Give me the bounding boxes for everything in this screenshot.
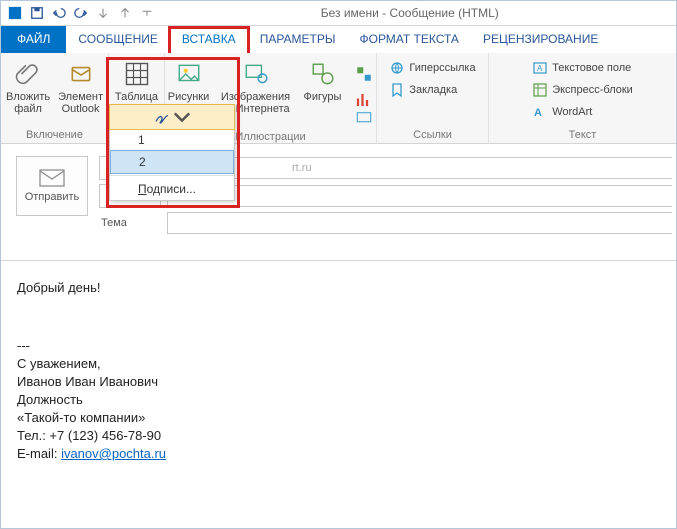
qat-customize-icon[interactable] [137,3,157,23]
sig-line-position: Должность [17,391,660,409]
signature-dropdown: 1 2 Подписи... [109,104,235,201]
picture-icon [176,57,202,91]
chart-icon [355,91,373,109]
send-label: Отправить [25,191,80,203]
to-field[interactable]: rt.ru [167,157,672,179]
signature-separator: --- [17,337,660,355]
window-title: Без имени - Сообщение (HTML) [321,6,499,20]
pictures-button[interactable]: Рисунки [163,55,215,105]
group-include: Вложить файл Элемент Outlook Включение [1,53,109,143]
outlook-item-label: Элемент Outlook [58,91,103,115]
quick-access-toolbar [1,3,157,23]
group-illustrations-label: Иллюстрации [235,129,305,145]
quickparts-icon [532,82,548,98]
shapes-label: Фигуры [304,91,342,103]
bookmark-button[interactable]: Закладка [385,79,479,101]
signature-split-button[interactable] [109,104,235,130]
textbox-button[interactable]: A Текстовое поле [528,57,637,79]
prev-icon[interactable] [93,3,113,23]
attach-file-button[interactable]: Вложить файл [2,55,54,117]
ribbon: Вложить файл Элемент Outlook Включение Т… [1,53,676,144]
send-button[interactable]: Отправить [16,156,88,216]
menu-separator [110,175,234,176]
signature-option-1[interactable]: 1 [110,129,234,151]
tab-insert[interactable]: ВСТАВКА [170,26,248,53]
undo-icon[interactable] [49,3,69,23]
sig-line-name: Иванов Иван Иванович [17,373,660,391]
app-icon[interactable] [5,3,25,23]
title-bar: Без имени - Сообщение (HTML) [1,1,676,26]
pictures-label: Рисунки [168,91,210,103]
ribbon-tabs: ФАЙЛ СООБЩЕНИЕ ВСТАВКА ПАРАМЕТРЫ ФОРМАТ … [1,26,676,53]
smartart-icon [355,57,373,91]
group-links-label: Ссылки [413,127,452,143]
tab-message[interactable]: СООБЩЕНИЕ [66,26,170,53]
outlook-item-icon [68,57,94,91]
subject-field[interactable] [167,212,672,234]
shapes-icon [310,57,336,91]
hyperlink-label: Гиперссылка [409,62,475,74]
group-links: Гиперссылка Закладка Ссылки [377,53,489,143]
shapes-button[interactable]: Фигуры [297,55,349,105]
save-icon[interactable] [27,3,47,23]
next-icon[interactable] [115,3,135,23]
body-greeting: Добрый день! [17,279,660,297]
signatures-settings-option[interactable]: Подписи... [110,178,234,200]
subject-label: Тема [99,217,161,229]
tab-options[interactable]: ПАРАМЕТРЫ [248,26,348,53]
outlook-item-button[interactable]: Элемент Outlook [54,55,107,117]
hyperlink-button[interactable]: Гиперссылка [385,57,479,79]
group-text-label: Текст [569,127,597,143]
quickparts-label: Экспресс-блоки [552,84,633,96]
tab-file[interactable]: ФАЙЛ [1,26,66,53]
email-link[interactable]: ivanov@pochta.ru [61,446,166,461]
tab-review[interactable]: РЕЦЕНЗИРОВАНИЕ [471,26,610,53]
bookmark-label: Закладка [409,84,457,96]
attach-file-label: Вложить файл [6,91,50,115]
compose-header: Отправить Кому... rt.ru Копия... Тема [1,144,676,256]
illustrations-more[interactable] [349,55,379,129]
message-body[interactable]: Добрый день! --- С уважением, Иванов Ива… [1,261,676,481]
bookmark-icon [389,82,405,98]
signature-option-2[interactable]: 2 [110,150,234,174]
sig-line-email: E-mail: ivanov@pochta.ru [17,445,660,463]
tab-format[interactable]: ФОРМАТ ТЕКСТА [347,26,470,53]
wordart-label: WordArt [552,106,592,118]
paperclip-icon [15,57,41,91]
screenshot-icon [355,109,373,127]
online-picture-icon [243,57,269,91]
send-icon [39,169,65,187]
quickparts-button[interactable]: Экспресс-блоки [528,79,637,101]
group-include-label: Включение [26,127,83,143]
table-button[interactable]: Таблица [111,55,163,105]
wordart-icon: A [532,104,548,120]
table-icon [123,57,151,91]
svg-text:A: A [534,107,542,119]
textbox-icon: A [532,60,548,76]
wordart-button[interactable]: A WordArt [528,101,637,123]
svg-text:A: A [537,64,543,73]
hyperlink-icon [389,60,405,76]
sig-line-phone: Тел.: +7 (123) 456-78-90 [17,427,660,445]
group-text: A Текстовое поле Экспресс-блоки A WordAr… [489,53,676,143]
table-label: Таблица [115,91,158,103]
textbox-label: Текстовое поле [552,62,631,74]
sig-line-regards: С уважением, [17,355,660,373]
sig-line-company: «Такой-то компании» [17,409,660,427]
redo-icon[interactable] [71,3,91,23]
cc-field[interactable] [167,185,672,207]
